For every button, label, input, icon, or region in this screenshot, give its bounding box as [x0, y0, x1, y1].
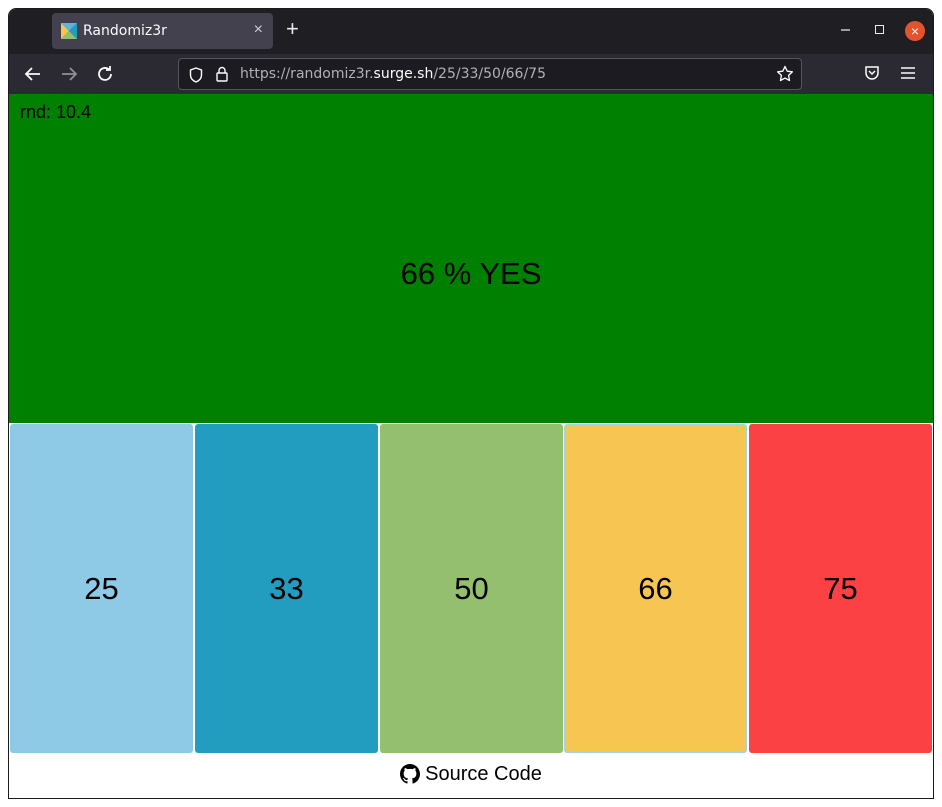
minimize-icon[interactable]: [841, 22, 851, 32]
navigation-toolbar: https://randomiz3r.surge.sh/25/33/50/66/…: [9, 54, 933, 94]
tab-bar: Randomiz3r × + ×: [9, 9, 933, 54]
page-content: rnd: 10.4 66 % YES 25 33 50 66 75 Source…: [9, 94, 933, 798]
option-50-button[interactable]: 50: [380, 424, 563, 753]
option-66-button[interactable]: 66: [564, 424, 747, 753]
forward-arrow-icon[interactable]: [57, 62, 81, 86]
github-icon: [400, 764, 421, 784]
option-25-button[interactable]: 25: [10, 424, 193, 753]
source-code-label: Source Code: [425, 763, 542, 785]
tab-randomiz3r[interactable]: Randomiz3r ×: [52, 13, 273, 49]
tab-close-icon[interactable]: ×: [254, 20, 263, 40]
result-text: 66 % YES: [400, 256, 542, 291]
result-panel[interactable]: rnd: 10.4 66 % YES: [9, 94, 933, 423]
hamburger-menu-icon[interactable]: [901, 66, 915, 80]
url-prefix: https://randomiz3r.: [240, 66, 374, 82]
source-code-link[interactable]: Source Code: [9, 763, 933, 786]
browser-window: Randomiz3r × + × https://randomiz3r.surg…: [8, 8, 934, 799]
randomiz3r-favicon-icon: [61, 23, 77, 39]
tab-title: Randomiz3r: [83, 23, 167, 39]
url-path: /25/33/50/66/75: [433, 66, 546, 82]
bookmark-star-icon[interactable]: [775, 64, 795, 84]
option-33-button[interactable]: 33: [195, 424, 378, 753]
new-tab-icon[interactable]: +: [286, 18, 299, 40]
option-75-button[interactable]: 75: [749, 424, 932, 753]
back-arrow-icon[interactable]: [21, 62, 45, 86]
address-bar[interactable]: https://randomiz3r.surge.sh/25/33/50/66/…: [178, 58, 802, 90]
reload-icon[interactable]: [93, 62, 117, 86]
window-close-icon[interactable]: ×: [905, 21, 925, 41]
rnd-value: rnd: 10.4: [20, 102, 92, 122]
pocket-icon[interactable]: [864, 65, 880, 81]
shield-icon[interactable]: [189, 67, 203, 83]
url-text[interactable]: https://randomiz3r.surge.sh/25/33/50/66/…: [240, 66, 546, 82]
option-list: 25 33 50 66 75: [9, 424, 933, 753]
lock-icon[interactable]: [215, 66, 229, 82]
maximize-icon[interactable]: [875, 25, 884, 34]
url-host: surge.sh: [373, 66, 434, 82]
